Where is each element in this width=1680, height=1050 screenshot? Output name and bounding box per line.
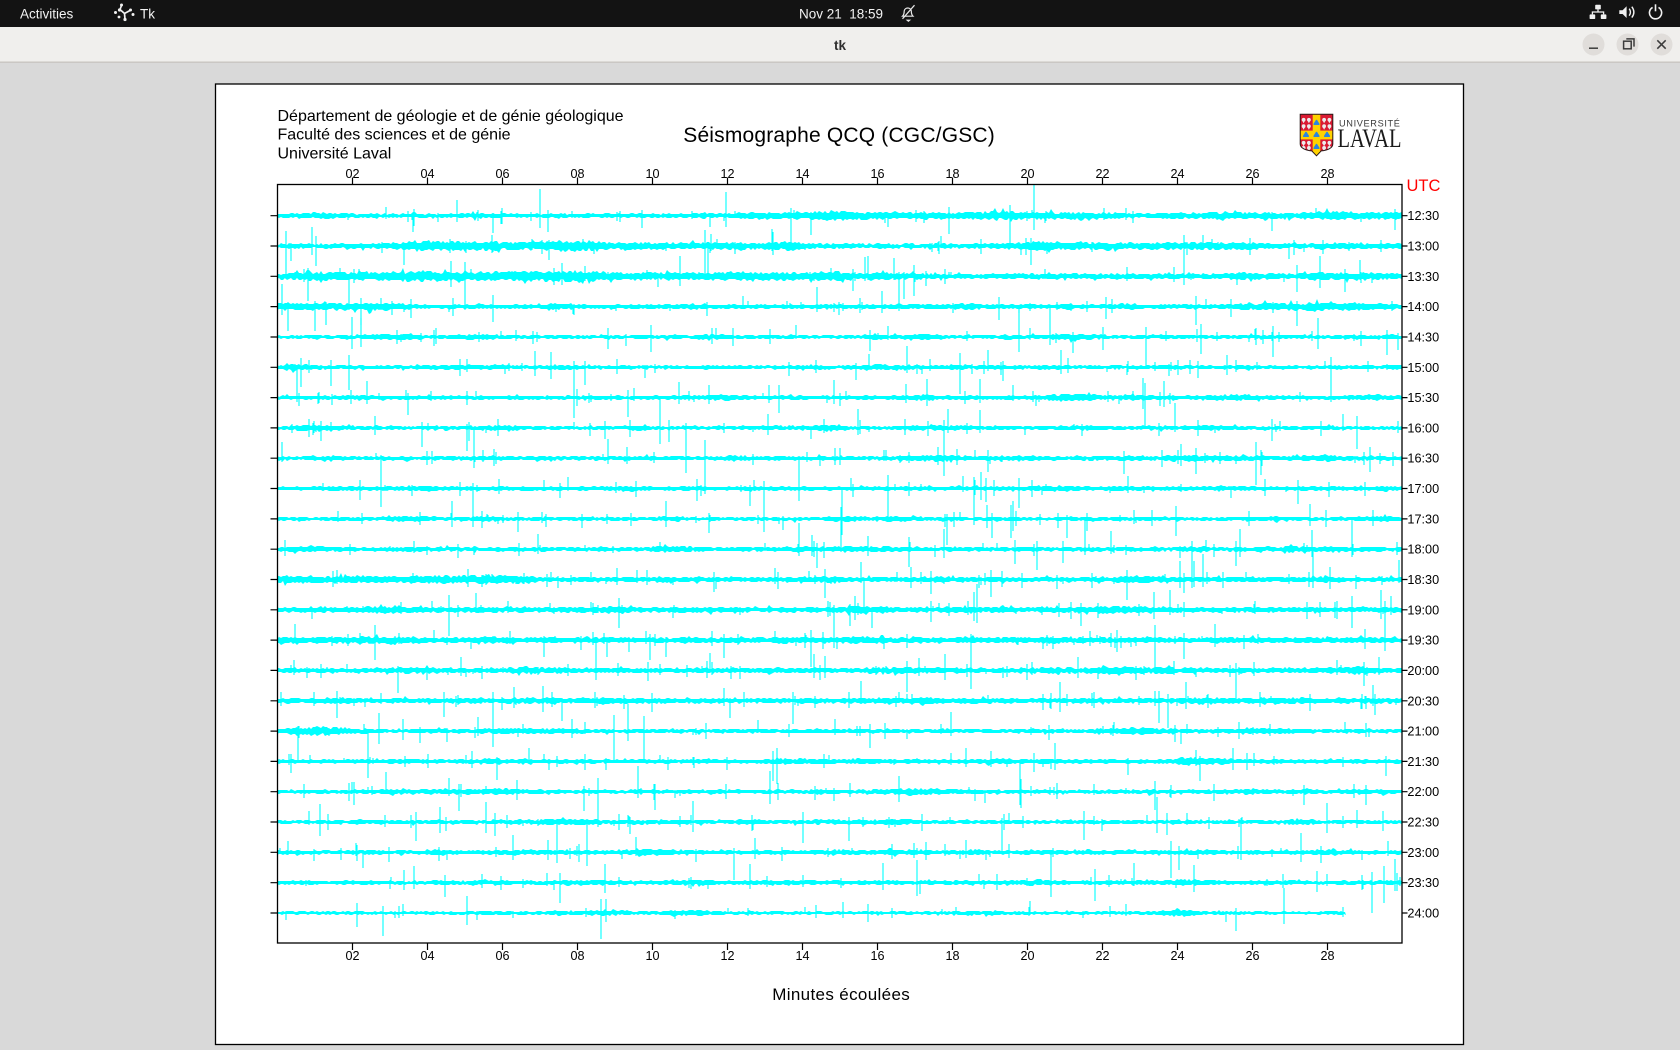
svg-text:10: 10 (645, 949, 659, 963)
svg-text:LAVAL: LAVAL (1338, 123, 1402, 153)
svg-text:13:30: 13:30 (1407, 270, 1439, 284)
svg-text:14:30: 14:30 (1407, 331, 1439, 345)
svg-text:15:30: 15:30 (1407, 391, 1439, 405)
svg-text:04: 04 (420, 167, 434, 181)
svg-text:02: 02 (345, 167, 359, 181)
svg-text:28: 28 (1320, 167, 1334, 181)
svg-text:06: 06 (495, 949, 509, 963)
svg-text:24: 24 (1170, 949, 1184, 963)
svg-text:26: 26 (1245, 949, 1259, 963)
svg-text:18: 18 (945, 949, 959, 963)
svg-text:Département de géologie et de: Département de géologie et de génie géol… (278, 108, 624, 125)
svg-text:24:00: 24:00 (1407, 907, 1439, 921)
svg-text:02: 02 (345, 949, 359, 963)
svg-text:08: 08 (570, 167, 584, 181)
svg-text:14:00: 14:00 (1407, 300, 1439, 314)
svg-text:Nov 21 18:59: Nov 21 18:59 (799, 7, 883, 22)
svg-text:Activities: Activities (20, 7, 74, 22)
svg-text:18:00: 18:00 (1407, 543, 1439, 557)
svg-text:16:30: 16:30 (1407, 452, 1439, 466)
svg-text:Université Laval: Université Laval (278, 146, 392, 163)
svg-text:12:30: 12:30 (1407, 209, 1439, 223)
svg-text:16: 16 (870, 167, 884, 181)
svg-text:16:00: 16:00 (1407, 421, 1439, 435)
svg-text:06: 06 (495, 167, 509, 181)
svg-text:UTC: UTC (1407, 177, 1441, 195)
svg-text:15:00: 15:00 (1407, 361, 1439, 375)
svg-text:12: 12 (720, 949, 734, 963)
svg-text:20:00: 20:00 (1407, 664, 1439, 678)
svg-text:17:30: 17:30 (1407, 512, 1439, 526)
svg-text:22: 22 (1095, 167, 1109, 181)
svg-text:04: 04 (420, 949, 434, 963)
svg-text:22:30: 22:30 (1407, 816, 1439, 830)
svg-text:19:30: 19:30 (1407, 634, 1439, 648)
svg-text:Minutes écoulées: Minutes écoulées (772, 985, 910, 1004)
svg-text:21:00: 21:00 (1407, 725, 1439, 739)
svg-text:17:00: 17:00 (1407, 482, 1439, 496)
svg-text:Tk: Tk (140, 7, 155, 22)
svg-text:23:30: 23:30 (1407, 876, 1439, 890)
svg-text:14: 14 (795, 949, 809, 963)
svg-text:tk: tk (834, 38, 846, 53)
svg-text:18:30: 18:30 (1407, 573, 1439, 587)
svg-text:08: 08 (570, 949, 584, 963)
svg-text:22:00: 22:00 (1407, 785, 1439, 799)
svg-text:22: 22 (1095, 949, 1109, 963)
svg-text:Faculté des sciences et de gén: Faculté des sciences et de génie (278, 127, 511, 144)
svg-text:23:00: 23:00 (1407, 846, 1439, 860)
svg-text:20:30: 20:30 (1407, 694, 1439, 708)
svg-text:24: 24 (1170, 167, 1184, 181)
svg-text:20: 20 (1020, 167, 1034, 181)
svg-text:16: 16 (870, 949, 884, 963)
svg-text:21:30: 21:30 (1407, 755, 1439, 769)
svg-text:26: 26 (1245, 167, 1259, 181)
svg-text:28: 28 (1320, 949, 1334, 963)
svg-text:19:00: 19:00 (1407, 603, 1439, 617)
svg-text:20: 20 (1020, 949, 1034, 963)
svg-text:13:00: 13:00 (1407, 240, 1439, 254)
svg-text:12: 12 (720, 167, 734, 181)
svg-text:14: 14 (795, 167, 809, 181)
svg-text:10: 10 (645, 167, 659, 181)
svg-text:18: 18 (945, 167, 959, 181)
svg-text:Séismographe QCQ (CGC/GSC): Séismographe QCQ (CGC/GSC) (683, 124, 995, 147)
